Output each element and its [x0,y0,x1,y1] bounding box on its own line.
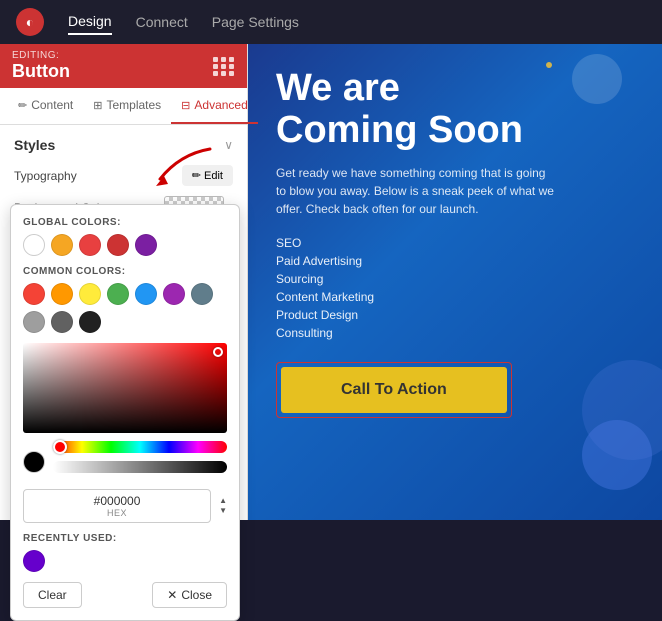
logo-icon: ◐ [16,8,44,36]
clear-button[interactable]: Clear [23,582,82,608]
list-item: Paid Advertising [276,252,634,270]
gradient-color-picker[interactable] [23,343,227,433]
page-preview: We areComing Soon Get ready we have some… [248,44,662,520]
common-swatch-red[interactable] [23,283,45,305]
common-swatch-blue[interactable] [135,283,157,305]
recently-used-swatches [23,550,227,572]
hue-cursor[interactable] [53,440,67,454]
global-swatch-darkred[interactable] [107,234,129,256]
common-swatch-orange[interactable] [51,283,73,305]
gradient-cursor[interactable] [213,347,223,357]
close-button[interactable]: ✕ Close [152,582,227,608]
common-swatch-green[interactable] [107,283,129,305]
nav-tab-connect[interactable]: Connect [136,10,188,34]
global-colors-title: GLOBAL COLORS: [23,217,227,228]
common-swatch-black[interactable] [79,311,101,333]
nav-tab-page-settings[interactable]: Page Settings [212,10,299,34]
list-item: Consulting [276,324,634,342]
opacity-slider[interactable] [53,461,227,473]
recent-swatch-purple[interactable] [23,550,45,572]
hex-value[interactable]: #000000 [32,494,202,508]
editing-bar: EDITING: Button [0,44,247,88]
hex-arrows[interactable]: ▲ ▼ [219,496,227,515]
list-item: Content Marketing [276,288,634,306]
styles-collapse-icon[interactable]: ∨ [224,138,233,152]
color-picker-popup: GLOBAL COLORS: COMMON COLORS: [10,204,240,621]
deco-circle-1 [572,54,622,104]
main-layout: EDITING: Button ✏ Content ⊞ [0,44,662,520]
cta-button[interactable]: Call To Action [281,367,507,413]
hex-up-arrow[interactable]: ▲ [219,496,227,506]
hex-input-wrapper[interactable]: #000000 HEX [23,489,211,523]
grid-dot [221,64,226,69]
grid-dot [213,57,218,62]
editing-info: EDITING: Button [12,50,70,82]
picker-footer: Clear ✕ Close [23,582,227,608]
recently-used-title: RECENTLY USED: [23,533,227,544]
global-colors-swatches [23,234,227,256]
cta-container: Call To Action [276,362,512,418]
list-item: Sourcing [276,270,634,288]
grid-menu-icon[interactable] [213,57,235,76]
red-arrow-annotation [150,144,220,199]
hex-label: HEX [32,508,202,518]
hue-slider[interactable] [53,441,227,453]
tab-advanced[interactable]: ⊟ Advanced [171,88,258,124]
nav-tab-design[interactable]: Design [68,9,112,35]
styles-title: Styles [14,137,55,153]
global-swatch-purple[interactable] [135,234,157,256]
common-colors-swatches [23,283,227,333]
selected-color-preview [23,451,45,473]
typography-label: Typography [14,169,77,183]
global-swatch-red[interactable] [79,234,101,256]
deco-dot [546,62,552,68]
editing-context-label: EDITING: [12,50,70,61]
list-item: Product Design [276,306,634,324]
grid-dot [221,71,226,76]
grid-dot [213,64,218,69]
common-swatch-gray[interactable] [23,311,45,333]
content-icon: ✏ [18,99,27,112]
tab-templates[interactable]: ⊞ Templates [83,88,171,124]
grid-dot [221,57,226,62]
services-list: SEO Paid Advertising Sourcing Content Ma… [276,234,634,342]
coming-soon-description: Get ready we have something coming that … [276,164,556,218]
grid-dot [229,64,234,69]
top-navigation: ◐ Design Connect Page Settings [0,0,662,44]
advanced-icon: ⊟ [181,99,190,112]
grid-dot [229,71,234,76]
global-swatch-orange[interactable] [51,234,73,256]
hex-input-row: #000000 HEX ▲ ▼ [23,489,227,523]
common-swatch-bluegray[interactable] [191,283,213,305]
grid-dot [229,57,234,62]
templates-icon: ⊞ [93,99,102,112]
list-item: SEO [276,234,634,252]
tab-content[interactable]: ✏ Content [8,88,83,124]
common-swatch-darkgray[interactable] [51,311,73,333]
left-panel: EDITING: Button ✏ Content ⊞ [0,44,248,520]
grid-dot [213,71,218,76]
global-swatch-white[interactable] [23,234,45,256]
close-x-icon: ✕ [167,588,177,602]
common-swatch-yellow[interactable] [79,283,101,305]
panel-tabs: ✏ Content ⊞ Templates ⊟ Advanced [0,88,247,125]
hex-down-arrow[interactable]: ▼ [219,506,227,516]
editing-element-title: Button [12,61,70,82]
common-colors-title: COMMON COLORS: [23,266,227,277]
common-swatch-purple[interactable] [163,283,185,305]
